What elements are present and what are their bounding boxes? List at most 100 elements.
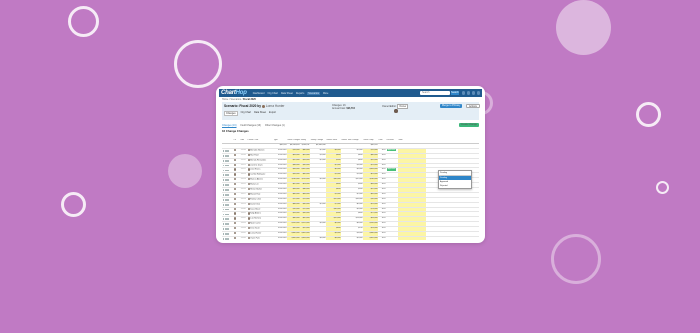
column-header[interactable]: Note (398, 139, 426, 143)
person-name[interactable]: Marcus Adams (250, 179, 263, 181)
person-cell[interactable]: Brendon Newton (247, 148, 273, 153)
row-check[interactable] (233, 197, 240, 202)
person-name[interactable]: Owen Park (250, 238, 259, 240)
function-cell[interactable] (386, 173, 398, 177)
delete-icon[interactable] (227, 164, 230, 167)
salary-value[interactable]: $63,000 (300, 183, 310, 188)
base-comp[interactable]: $51,000 (363, 163, 378, 168)
note-cell[interactable] (398, 236, 426, 240)
person-cell[interactable]: Maria Lee (247, 183, 273, 187)
tool-export[interactable]: Export (269, 111, 276, 116)
nav-item-org-chart[interactable]: Org Chart (267, 92, 278, 95)
delete-icon[interactable] (227, 208, 230, 211)
person-name[interactable]: Brendon Newton (250, 149, 264, 151)
note-cell[interactable] (398, 188, 426, 192)
note-cell[interactable] (398, 212, 426, 217)
status-badge[interactable]: Approved (386, 168, 397, 172)
bonus-value[interactable]: $8,000 (326, 236, 341, 240)
base-value[interactable]: $64,000 (287, 153, 300, 158)
person-cell[interactable]: Fatima Chen (247, 197, 273, 202)
person-name[interactable]: Isaac Bauer (250, 208, 260, 210)
bonus-value[interactable]: $800 (326, 183, 341, 188)
nav-item-scenarios[interactable]: Scenarios (307, 91, 320, 95)
base-value[interactable]: $80,000 (287, 217, 300, 222)
salary-value[interactable]: $102,000 (300, 168, 310, 173)
delete-icon[interactable] (227, 193, 230, 196)
nav-item-reports[interactable]: Reports (296, 92, 304, 95)
salary-value[interactable]: $72,000 (300, 207, 310, 212)
delete-icon[interactable] (227, 179, 230, 182)
person-name[interactable]: Brenda Hernandez (250, 159, 266, 161)
person-cell[interactable]: Hector Barker (247, 188, 273, 192)
salary-value[interactable]: $165,000 (300, 232, 310, 236)
note-cell[interactable] (398, 148, 426, 153)
base-value[interactable]: $66,000 (287, 192, 300, 197)
column-header[interactable]: Ch (233, 139, 240, 143)
salary-value[interactable]: $68,000 (300, 192, 310, 197)
person-cell[interactable]: Hari Patel (247, 153, 273, 158)
bonus-value[interactable]: $500 (326, 158, 341, 163)
function-cell[interactable] (386, 232, 398, 236)
tab-field-changes[interactable]: Field Changes (16) (241, 124, 261, 127)
base-comp[interactable]: $53,000 (363, 227, 378, 232)
base-value[interactable]: $48,000 (287, 163, 300, 168)
bonus-value[interactable]: $1,000 (326, 192, 341, 197)
delete-icon[interactable] (227, 237, 230, 240)
tab-changes[interactable]: Changes (16) (222, 124, 237, 127)
base-value[interactable]: $44,000 (287, 188, 300, 192)
bonus-value[interactable]: $2,000 (326, 163, 341, 168)
row-check[interactable] (233, 178, 240, 182)
column-header[interactable]: Salary Change (310, 139, 326, 143)
base-comp[interactable]: $57,000 (363, 212, 378, 217)
salary-value[interactable]: $80,000 (300, 148, 310, 153)
salary-value[interactable]: $60,000 (300, 173, 310, 178)
bonus-value[interactable]: $4,000 (326, 148, 341, 153)
person-cell[interactable]: Owen Park (247, 236, 273, 240)
note-cell[interactable] (398, 207, 426, 212)
column-header[interactable]: Salary (300, 139, 310, 143)
base-value[interactable]: $62,000 (287, 183, 300, 188)
salary-value[interactable]: $50,000 (300, 163, 310, 168)
function-cell[interactable] (386, 198, 398, 202)
tool-changes[interactable]: Changes (224, 111, 238, 116)
person-name[interactable]: Kelly Anders (250, 213, 261, 215)
person-cell[interactable]: Daniel Choi (247, 202, 273, 207)
base-comp[interactable]: $126,000 (363, 222, 378, 227)
bonus-value[interactable]: $600 (326, 227, 341, 232)
base-comp[interactable]: $116,000 (363, 178, 378, 183)
salary-value[interactable]: $82,000 (300, 217, 310, 222)
salary-value[interactable]: $54,000 (300, 158, 310, 163)
bonus-value[interactable]: $900 (326, 212, 341, 217)
function-cell[interactable] (386, 217, 398, 221)
user-avatar-icon[interactable] (476, 91, 480, 95)
row-check[interactable] (233, 217, 240, 221)
salary-value[interactable]: $46,000 (300, 188, 310, 192)
bonus-value[interactable]: $10,000 (326, 178, 341, 183)
function-cell[interactable] (386, 208, 398, 212)
function-cell[interactable] (386, 188, 398, 192)
breadcrumb-scenarios[interactable]: Scenarios (230, 98, 241, 101)
note-cell[interactable] (398, 197, 426, 202)
person-cell[interactable]: Marcus Adams (247, 178, 273, 182)
base-value[interactable]: $100,000 (287, 236, 300, 240)
function-cell[interactable] (386, 159, 398, 163)
column-header[interactable]: Edit (240, 139, 247, 143)
base-comp[interactable]: $76,000 (363, 197, 378, 202)
notifications-icon[interactable] (471, 91, 476, 95)
note-cell[interactable] (398, 173, 426, 178)
base-value[interactable]: $72,000 (287, 197, 300, 202)
note-cell[interactable] (398, 168, 426, 173)
base-comp[interactable]: $66,000 (363, 153, 378, 158)
base-comp[interactable]: $61,000 (363, 173, 378, 178)
salary-value[interactable]: $65,000 (300, 153, 310, 158)
function-cell[interactable] (386, 212, 398, 216)
note-cell[interactable] (398, 232, 426, 236)
delete-icon[interactable] (227, 169, 230, 172)
person-cell[interactable]: Camila Rodriguez (247, 173, 273, 177)
delete-icon[interactable] (227, 203, 230, 206)
note-cell[interactable] (398, 158, 426, 163)
person-cell[interactable]: Brenda Hernandez (247, 158, 273, 163)
row-check[interactable] (233, 227, 240, 231)
settings-icon[interactable] (466, 91, 471, 95)
function-cell[interactable] (386, 164, 398, 168)
